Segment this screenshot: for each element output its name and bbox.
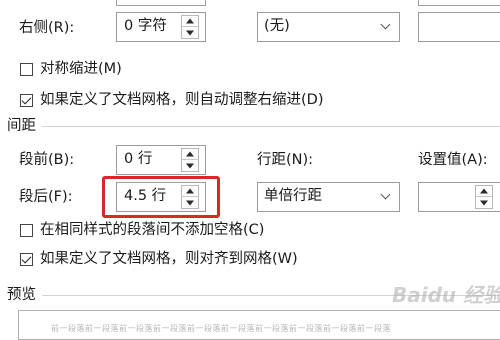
preview-sample-text: 前一段落前一段落前一段落前一段落前一段落前一段落前一段落前一段落前一段落前一段落 [51, 324, 391, 333]
special-indent-select[interactable]: (无) [257, 12, 400, 42]
spin-down-button[interactable] [182, 27, 198, 38]
space-before-spinner[interactable]: 0 行 [116, 145, 206, 175]
space-before-label: 段前(B): [19, 152, 75, 168]
line-spacing-label: 行距(N): [257, 152, 314, 168]
special-indent-value: (无) [264, 18, 290, 34]
checkmark-icon [21, 94, 32, 105]
mirror-indent-label: 对称缩进(M) [40, 61, 122, 77]
spacing-divider [42, 126, 500, 127]
checkmark-icon [21, 253, 32, 264]
at-spinner[interactable] [418, 182, 500, 212]
arrow-down-icon [480, 200, 488, 205]
at-label: 设置值(A): [418, 152, 488, 168]
spin-down-button[interactable] [182, 160, 198, 171]
dropdown-button[interactable] [375, 183, 399, 211]
right-indent-value: 0 字符 [124, 18, 167, 34]
preview-pane: 前一段落前一段落前一段落前一段落前一段落前一段落前一段落前一段落前一段落前一段落 [18, 310, 500, 340]
no-space-same-style-checkbox[interactable] [20, 224, 33, 237]
arrow-up-icon [480, 188, 488, 194]
arrow-up-icon [186, 18, 194, 24]
right-indent-spinner[interactable]: 0 字符 [116, 12, 206, 42]
watermark-logo: Baidu 经验 [392, 283, 500, 307]
spacing-section-title: 间距 [7, 118, 36, 134]
space-before-value: 0 行 [124, 151, 153, 167]
auto-adjust-checkbox[interactable] [20, 94, 33, 107]
spin-up-button[interactable] [182, 16, 198, 27]
no-space-same-style-label: 在相同样式的段落间不添加空格(C) [40, 222, 265, 238]
line-spacing-value: 单倍行距 [264, 188, 322, 204]
top-field-remnant-2 [418, 0, 500, 6]
right-indent-spin-buttons [181, 15, 199, 39]
arrow-down-icon [186, 163, 194, 168]
space-after-label: 段后(F): [19, 189, 73, 205]
dropdown-button[interactable] [375, 13, 399, 41]
spin-up-button[interactable] [476, 186, 492, 197]
right-indent-label: 右侧(R): [19, 20, 75, 36]
top-field-remnant [116, 0, 206, 6]
chevron-down-icon [380, 19, 391, 30]
spin-down-button[interactable] [476, 197, 492, 208]
highlight-box [102, 176, 220, 218]
chevron-down-icon [380, 189, 391, 200]
spin-up-button[interactable] [182, 149, 198, 160]
at-spin-buttons [475, 185, 493, 209]
preview-section-title: 预览 [7, 287, 36, 303]
mirror-indent-checkbox[interactable] [20, 63, 33, 76]
line-spacing-select[interactable]: 单倍行距 [257, 182, 400, 212]
space-before-spin-buttons [181, 148, 199, 172]
arrow-down-icon [186, 30, 194, 35]
auto-adjust-label: 如果定义了文档网格，则自动调整右缩进(D) [40, 92, 324, 108]
indent-by-field[interactable] [418, 12, 500, 42]
arrow-up-icon [186, 151, 194, 157]
snap-to-grid-checkbox[interactable] [20, 253, 33, 266]
snap-to-grid-label: 如果定义了文档网格，则对齐到网格(W) [40, 251, 298, 267]
